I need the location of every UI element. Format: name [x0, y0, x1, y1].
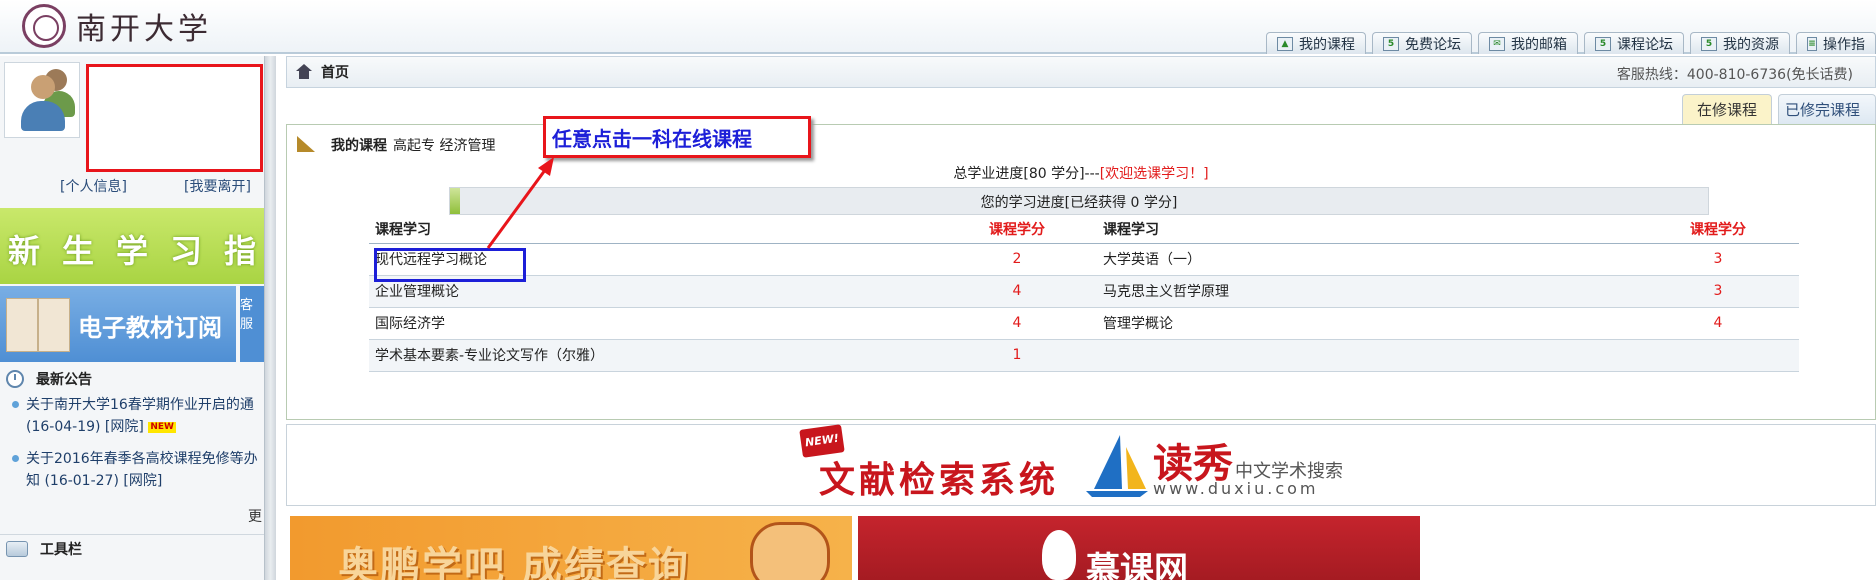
logout-link[interactable]: [我要离开] — [184, 176, 251, 196]
duxiu-url: www.duxiu.com — [1153, 479, 1319, 498]
course-panel-title: 我的课程 — [331, 138, 387, 154]
top-tab-my-resources[interactable]: 5 我的资源 — [1690, 32, 1790, 54]
bullet-icon — [12, 455, 19, 462]
top-tab-my-mailbox[interactable]: ✉ 我的邮箱 — [1478, 32, 1578, 54]
course-link[interactable]: 国际经济学 — [369, 307, 937, 340]
course-credit: 4 — [1637, 307, 1799, 340]
my-courses-panel: 我的课程 高起专 经济管理 总学业进度[80 学分]---[欢迎选课学习！] 您… — [286, 124, 1876, 420]
course-credit: 4 — [937, 275, 1097, 308]
notice-header: 最新公告 — [0, 366, 264, 392]
freshman-guide-banner[interactable]: 新生学习指 — [0, 208, 264, 284]
school-logo[interactable]: 南开大学 — [22, 4, 212, 48]
toolbar-section[interactable]: 工具栏 — [0, 534, 264, 562]
clock-icon — [6, 370, 24, 388]
course-link[interactable]: 大学英语（一） — [1097, 243, 1637, 276]
breadcrumb: 首页 客服热线：400-810-6736(免长话费) — [286, 56, 1876, 88]
course-link[interactable]: 学术基本要素-专业论文写作（尔雅） — [369, 339, 937, 372]
page-title: 首页 — [321, 65, 349, 81]
table-row: 国际经济学 4 管理学概论 4 — [369, 307, 1799, 340]
study-progress-text: 您的学习进度[已经获得 0 学分] — [980, 195, 1178, 211]
course-credit: 1 — [937, 339, 1097, 372]
notice-item[interactable]: 关于2016年春季各高校课程免修等办 知 (16-01-27) [网院] — [10, 448, 264, 494]
literature-search-title: 文献检索系统 — [819, 459, 1060, 501]
top-tab-free-forum[interactable]: 5 免费论坛 — [1372, 32, 1472, 54]
course-link[interactable]: 管理学概论 — [1097, 307, 1637, 340]
course-credit — [1637, 339, 1799, 372]
top-tab-guide[interactable]: ≡ 操作指 — [1796, 32, 1876, 54]
customer-service-banner[interactable]: 客服 — [240, 286, 264, 362]
user-info-highlight-box — [86, 64, 263, 172]
course-table: 课程学习 课程学分 课程学习 课程学分 现代远程学习概论 2 大学英语（一） 3… — [369, 215, 1799, 372]
school-name: 南开大学 — [76, 12, 212, 47]
more-link[interactable]: 更 — [248, 506, 262, 526]
major-name: 经济管理 — [439, 138, 496, 154]
course-link[interactable]: 现代远程学习概论 — [369, 243, 937, 276]
literature-search-banner[interactable]: NEW! 文献检索系统 读秀 中文学术搜索 www.duxiu.com — [286, 424, 1876, 506]
flame-icon — [1042, 530, 1076, 580]
course-panel-header: 我的课程 高起专 经济管理 — [297, 135, 495, 155]
course-link[interactable]: 企业管理概论 — [369, 275, 937, 308]
course-icon: ▲ — [1277, 36, 1293, 51]
table-header-row: 课程学习 课程学分 课程学习 课程学分 — [369, 215, 1799, 244]
service-hotline: 客服热线：400-810-6736(免长话费) — [1616, 67, 1853, 83]
ruler-icon — [297, 136, 317, 154]
book-icon — [6, 298, 70, 352]
top-nav-tabs: ▲ 我的课程 5 免费论坛 ✉ 我的邮箱 5 课程论坛 5 我的资源 ≡ 操作指 — [1266, 32, 1876, 54]
top-tab-my-courses[interactable]: ▲ 我的课程 — [1266, 32, 1366, 54]
enroll-welcome-link[interactable]: [欢迎选课学习！] — [1100, 166, 1209, 182]
notice-item[interactable]: 关于南开大学16春学期作业开启的通 (16-04-19) [网院] NEW — [10, 394, 264, 440]
grade-query-banner[interactable]: 奥鹏学吧 成绩查询 — [290, 516, 852, 580]
education-level: 高起专 — [393, 138, 435, 154]
study-progress-bar: 您的学习进度[已经获得 0 学分] — [449, 187, 1709, 215]
tab-current-courses[interactable]: 在修课程 — [1682, 94, 1773, 124]
forum-icon: 5 — [1383, 36, 1399, 51]
course-credit: 3 — [1637, 243, 1799, 276]
bullet-icon — [12, 401, 19, 408]
user-avatar-icon — [4, 62, 80, 138]
textbook-order-banner[interactable]: 电子教材订阅 — [0, 286, 236, 362]
course-credit: 3 — [1637, 275, 1799, 308]
resource-icon: 5 — [1701, 36, 1717, 51]
table-row: 学术基本要素-专业论文写作（尔雅） 1 — [369, 339, 1799, 372]
profile-link[interactable]: [个人信息] — [60, 176, 127, 196]
new-badge: NEW — [148, 421, 176, 433]
course-link — [1097, 339, 1637, 372]
course-credit: 2 — [937, 243, 1097, 276]
tab-finished-courses[interactable]: 已修完课程 — [1778, 94, 1876, 124]
left-sidebar: [个人信息] [我要离开] 新生学习指 电子教材订阅 客服 最新公告 关于南开大… — [0, 56, 264, 580]
col-course-credit: 课程学分 — [937, 215, 1097, 244]
col-course-name: 课程学习 — [369, 215, 937, 244]
table-row: 现代远程学习概论 2 大学英语（一） 3 — [369, 243, 1799, 276]
fist-icon — [750, 522, 830, 580]
guide-icon: ≡ — [1807, 36, 1817, 51]
home-icon[interactable] — [295, 64, 313, 80]
total-progress: 总学业进度[80 学分]---[欢迎选课学习！] — [953, 166, 1209, 182]
top-header: 南开大学 ▲ 我的课程 5 免费论坛 ✉ 我的邮箱 5 课程论坛 5 我的资源 ≡ 操作指 — [0, 0, 1876, 54]
instruction-callout: 任意点击一科在线课程 — [543, 116, 811, 158]
table-row: 企业管理概论 4 马克思主义哲学原理 3 — [369, 275, 1799, 308]
sailboat-icon — [1086, 435, 1148, 497]
mooc-banner[interactable]: 慕课网 — [858, 516, 1420, 580]
mail-icon: ✉ — [1489, 36, 1505, 51]
course-link[interactable]: 马克思主义哲学原理 — [1097, 275, 1637, 308]
col-course-credit: 课程学分 — [1637, 215, 1799, 244]
toolbox-icon — [6, 540, 28, 557]
course-credit: 4 — [937, 307, 1097, 340]
forum-icon: 5 — [1595, 36, 1611, 51]
col-course-name: 课程学习 — [1097, 215, 1637, 244]
top-tab-course-forum[interactable]: 5 课程论坛 — [1584, 32, 1684, 54]
sidebar-splitter[interactable] — [264, 56, 276, 580]
school-seal-icon — [22, 4, 66, 48]
